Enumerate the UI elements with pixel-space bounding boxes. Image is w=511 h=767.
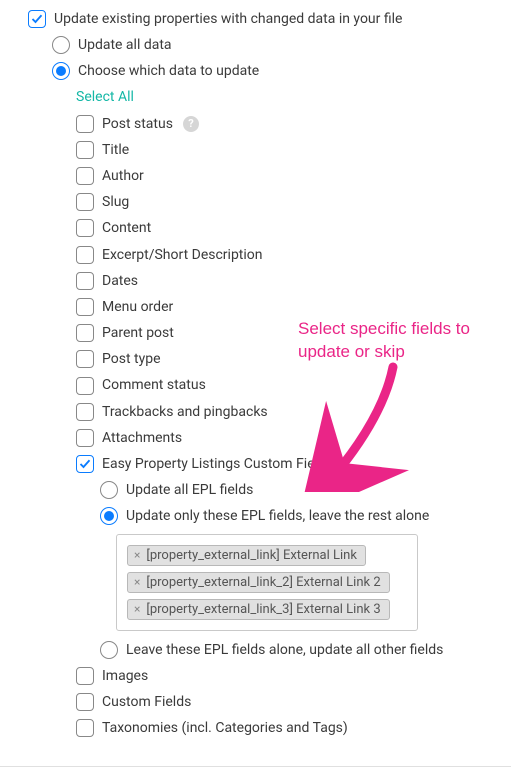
epl-tag-label: [property_external_link] External Link <box>146 548 357 563</box>
field-post-status-checkbox[interactable] <box>76 115 94 133</box>
field-author-label: Author <box>102 167 144 185</box>
epl-tag-label: [property_external_link_2] External Link… <box>146 575 380 590</box>
field-parent-post-label: Parent post <box>102 324 174 342</box>
epl-leave-alone-label: Leave these EPL fields alone, update all… <box>126 641 443 659</box>
field-epl-label: Easy Property Listings Custom Fields <box>102 455 333 473</box>
field-parent-post-checkbox[interactable] <box>76 324 94 342</box>
tag-remove-icon[interactable]: × <box>132 576 142 588</box>
field-taxonomies-checkbox[interactable] <box>76 719 94 737</box>
select-all-link[interactable]: Select All <box>76 89 134 105</box>
epl-tag[interactable]: × [property_external_link_3] External Li… <box>127 599 390 620</box>
choose-data-radio[interactable] <box>52 62 70 80</box>
field-attachments-checkbox[interactable] <box>76 429 94 447</box>
field-menu-order-checkbox[interactable] <box>76 298 94 316</box>
field-custom-fields-label: Custom Fields <box>102 693 191 711</box>
epl-fields-tagbox[interactable]: × [property_external_link] External Link… <box>116 534 418 631</box>
epl-tag[interactable]: × [property_external_link_2] External Li… <box>127 572 390 593</box>
field-custom-fields-checkbox[interactable] <box>76 693 94 711</box>
epl-update-all-label: Update all EPL fields <box>126 481 253 499</box>
epl-update-only-radio[interactable] <box>100 507 118 525</box>
epl-tag-label: [property_external_link_3] External Link… <box>146 602 380 617</box>
update-all-data-label: Update all data <box>78 36 172 54</box>
field-content-label: Content <box>102 219 151 237</box>
field-trackbacks-checkbox[interactable] <box>76 403 94 421</box>
field-trackbacks-label: Trackbacks and pingbacks <box>102 403 268 421</box>
epl-tag[interactable]: × [property_external_link] External Link <box>127 545 366 566</box>
field-epl-checkbox[interactable] <box>76 455 94 473</box>
field-excerpt-label: Excerpt/Short Description <box>102 246 263 264</box>
field-attachments-label: Attachments <box>102 429 182 447</box>
field-slug-label: Slug <box>102 193 129 211</box>
update-existing-label: Update existing properties with changed … <box>54 10 402 28</box>
field-taxonomies-label: Taxonomies (incl. Categories and Tags) <box>102 719 348 737</box>
field-menu-order-label: Menu order <box>102 298 173 316</box>
update-existing-checkbox[interactable] <box>28 10 46 28</box>
update-all-data-radio[interactable] <box>52 36 70 54</box>
field-excerpt-checkbox[interactable] <box>76 246 94 264</box>
field-post-type-label: Post type <box>102 350 161 368</box>
annotation-text: Select specific fields to update or skip <box>298 318 498 364</box>
field-images-checkbox[interactable] <box>76 667 94 685</box>
help-icon[interactable]: ? <box>183 116 199 132</box>
field-post-status-label: Post status <box>102 115 173 133</box>
field-comment-status-checkbox[interactable] <box>76 377 94 395</box>
tag-remove-icon[interactable]: × <box>132 549 142 561</box>
epl-update-only-label: Update only these EPL fields, leave the … <box>126 507 429 525</box>
epl-update-all-radio[interactable] <box>100 481 118 499</box>
choose-data-label: Choose which data to update <box>78 62 259 80</box>
tag-remove-icon[interactable]: × <box>132 603 142 615</box>
epl-leave-alone-radio[interactable] <box>100 641 118 659</box>
field-comment-status-label: Comment status <box>102 376 206 394</box>
field-dates-label: Dates <box>102 272 138 290</box>
field-title-label: Title <box>102 141 129 159</box>
field-slug-checkbox[interactable] <box>76 193 94 211</box>
field-content-checkbox[interactable] <box>76 219 94 237</box>
field-dates-checkbox[interactable] <box>76 272 94 290</box>
field-post-type-checkbox[interactable] <box>76 350 94 368</box>
field-author-checkbox[interactable] <box>76 167 94 185</box>
field-title-checkbox[interactable] <box>76 141 94 159</box>
field-images-label: Images <box>102 667 148 685</box>
